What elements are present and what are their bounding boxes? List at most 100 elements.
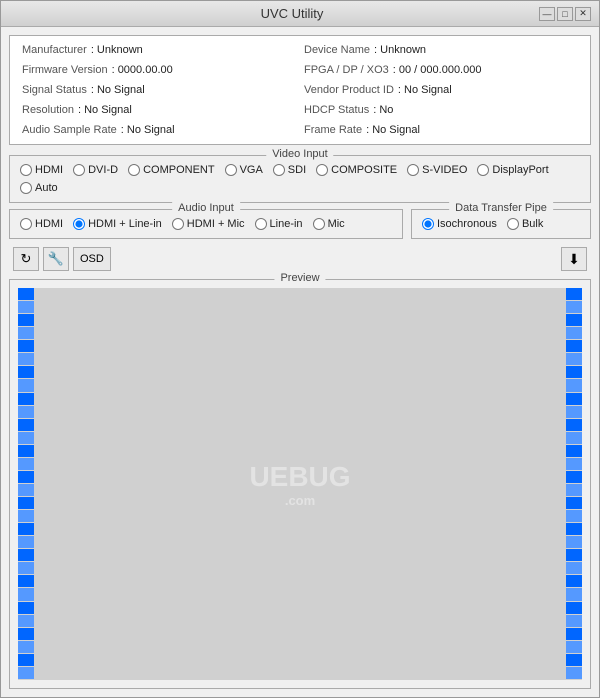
video-composite-radio[interactable] [316, 164, 328, 176]
isochronous-label: Isochronous [437, 218, 497, 230]
isochronous-option[interactable]: Isochronous [422, 218, 497, 230]
strip-seg [18, 288, 34, 301]
strip-seg [566, 353, 582, 366]
hdcp-value: : No [373, 104, 393, 116]
audio-linein-option[interactable]: Line-in [255, 218, 303, 230]
video-hdmi-option[interactable]: HDMI [20, 164, 63, 176]
strip-seg [18, 641, 34, 654]
video-vga-label: VGA [240, 164, 263, 176]
video-displayport-label: DisplayPort [492, 164, 548, 176]
data-transfer-section: Data Transfer Pipe Isochronous Bulk [411, 209, 591, 239]
video-composite-option[interactable]: COMPOSITE [316, 164, 397, 176]
strip-seg [18, 445, 34, 458]
settings-button[interactable]: 🔧 [43, 247, 69, 271]
video-auto-radio[interactable] [20, 182, 32, 194]
isochronous-radio[interactable] [422, 218, 434, 230]
strip-seg [566, 654, 582, 667]
firmware-row: Firmware Version : 0000.00.00 [22, 64, 296, 76]
main-window: UVC Utility — □ ✕ Manufacturer : Unknown… [0, 0, 600, 698]
video-hdmi-radio[interactable] [20, 164, 32, 176]
right-strip [566, 288, 582, 680]
audio-mic-radio[interactable] [313, 218, 325, 230]
strip-seg [566, 471, 582, 484]
audio-linein-radio[interactable] [255, 218, 267, 230]
audio-data-row: Audio Input HDMI HDMI + Line-in HDMI + M… [9, 209, 591, 239]
window-title: UVC Utility [45, 6, 539, 21]
strip-seg [566, 484, 582, 497]
main-content: Manufacturer : Unknown Firmware Version … [1, 27, 599, 697]
audio-hdmi-mic-label: HDMI + Mic [187, 218, 245, 230]
info-panel: Manufacturer : Unknown Firmware Version … [9, 35, 591, 145]
audio-hdmi-linein-radio[interactable] [73, 218, 85, 230]
strip-seg [566, 602, 582, 615]
strip-seg [18, 432, 34, 445]
audio-input-options: HDMI HDMI + Line-in HDMI + Mic Line-in [20, 218, 392, 230]
strip-seg [18, 301, 34, 314]
preview-section: Preview [9, 279, 591, 689]
strip-seg [18, 667, 34, 680]
audio-mic-option[interactable]: Mic [313, 218, 345, 230]
strip-seg [566, 393, 582, 406]
strip-seg [566, 510, 582, 523]
strip-seg [18, 654, 34, 667]
audio-hdmi-option[interactable]: HDMI [20, 218, 63, 230]
refresh-button[interactable]: ↻ [13, 247, 39, 271]
video-component-radio[interactable] [128, 164, 140, 176]
audio-hdmi-mic-option[interactable]: HDMI + Mic [172, 218, 245, 230]
resolution-row: Resolution : No Signal [22, 104, 296, 116]
video-hdmi-label: HDMI [35, 164, 63, 176]
video-sdi-radio[interactable] [273, 164, 285, 176]
audio-hdmi-radio[interactable] [20, 218, 32, 230]
strip-seg [566, 458, 582, 471]
strip-seg [566, 340, 582, 353]
strip-seg [18, 628, 34, 641]
video-dvid-radio[interactable] [73, 164, 85, 176]
video-component-option[interactable]: COMPONENT [128, 164, 215, 176]
strip-seg [18, 510, 34, 523]
strip-seg [18, 615, 34, 628]
video-svideo-option[interactable]: S-VIDEO [407, 164, 467, 176]
audio-hdmi-mic-radio[interactable] [172, 218, 184, 230]
osd-button[interactable]: OSD [73, 247, 111, 271]
download-button[interactable]: ⬇ [561, 247, 587, 271]
signal-value: : No Signal [91, 84, 145, 96]
strip-seg [566, 366, 582, 379]
bulk-radio[interactable] [507, 218, 519, 230]
strip-seg [566, 628, 582, 641]
video-sdi-label: SDI [288, 164, 306, 176]
strip-seg [18, 314, 34, 327]
video-dvid-option[interactable]: DVI-D [73, 164, 118, 176]
fpga-value: : 00 / 000.000.000 [393, 64, 482, 76]
strip-seg [18, 536, 34, 549]
strip-seg [18, 484, 34, 497]
video-svideo-radio[interactable] [407, 164, 419, 176]
video-composite-label: COMPOSITE [331, 164, 397, 176]
window-controls: — □ ✕ [539, 7, 591, 21]
strip-seg [566, 301, 582, 314]
strip-seg [566, 549, 582, 562]
video-sdi-option[interactable]: SDI [273, 164, 306, 176]
video-displayport-radio[interactable] [477, 164, 489, 176]
video-vga-radio[interactable] [225, 164, 237, 176]
minimize-button[interactable]: — [539, 7, 555, 21]
video-vga-option[interactable]: VGA [225, 164, 263, 176]
maximize-button[interactable]: □ [557, 7, 573, 21]
firmware-label: Firmware Version [22, 64, 108, 76]
data-transfer-options: Isochronous Bulk [422, 218, 580, 230]
device-row: Device Name : Unknown [304, 44, 578, 56]
strip-seg [566, 497, 582, 510]
strip-seg [566, 379, 582, 392]
bulk-label: Bulk [522, 218, 543, 230]
video-displayport-option[interactable]: DisplayPort [477, 164, 548, 176]
audio-rate-label: Audio Sample Rate [22, 124, 117, 136]
strip-seg [566, 562, 582, 575]
strip-seg [18, 523, 34, 536]
watermark-sub: .com [249, 493, 350, 508]
audio-hdmi-linein-option[interactable]: HDMI + Line-in [73, 218, 162, 230]
bulk-option[interactable]: Bulk [507, 218, 543, 230]
close-button[interactable]: ✕ [575, 7, 591, 21]
video-component-label: COMPONENT [143, 164, 215, 176]
framerate-value: : No Signal [366, 124, 420, 136]
video-auto-option[interactable]: Auto [20, 182, 58, 194]
resolution-label: Resolution [22, 104, 74, 116]
